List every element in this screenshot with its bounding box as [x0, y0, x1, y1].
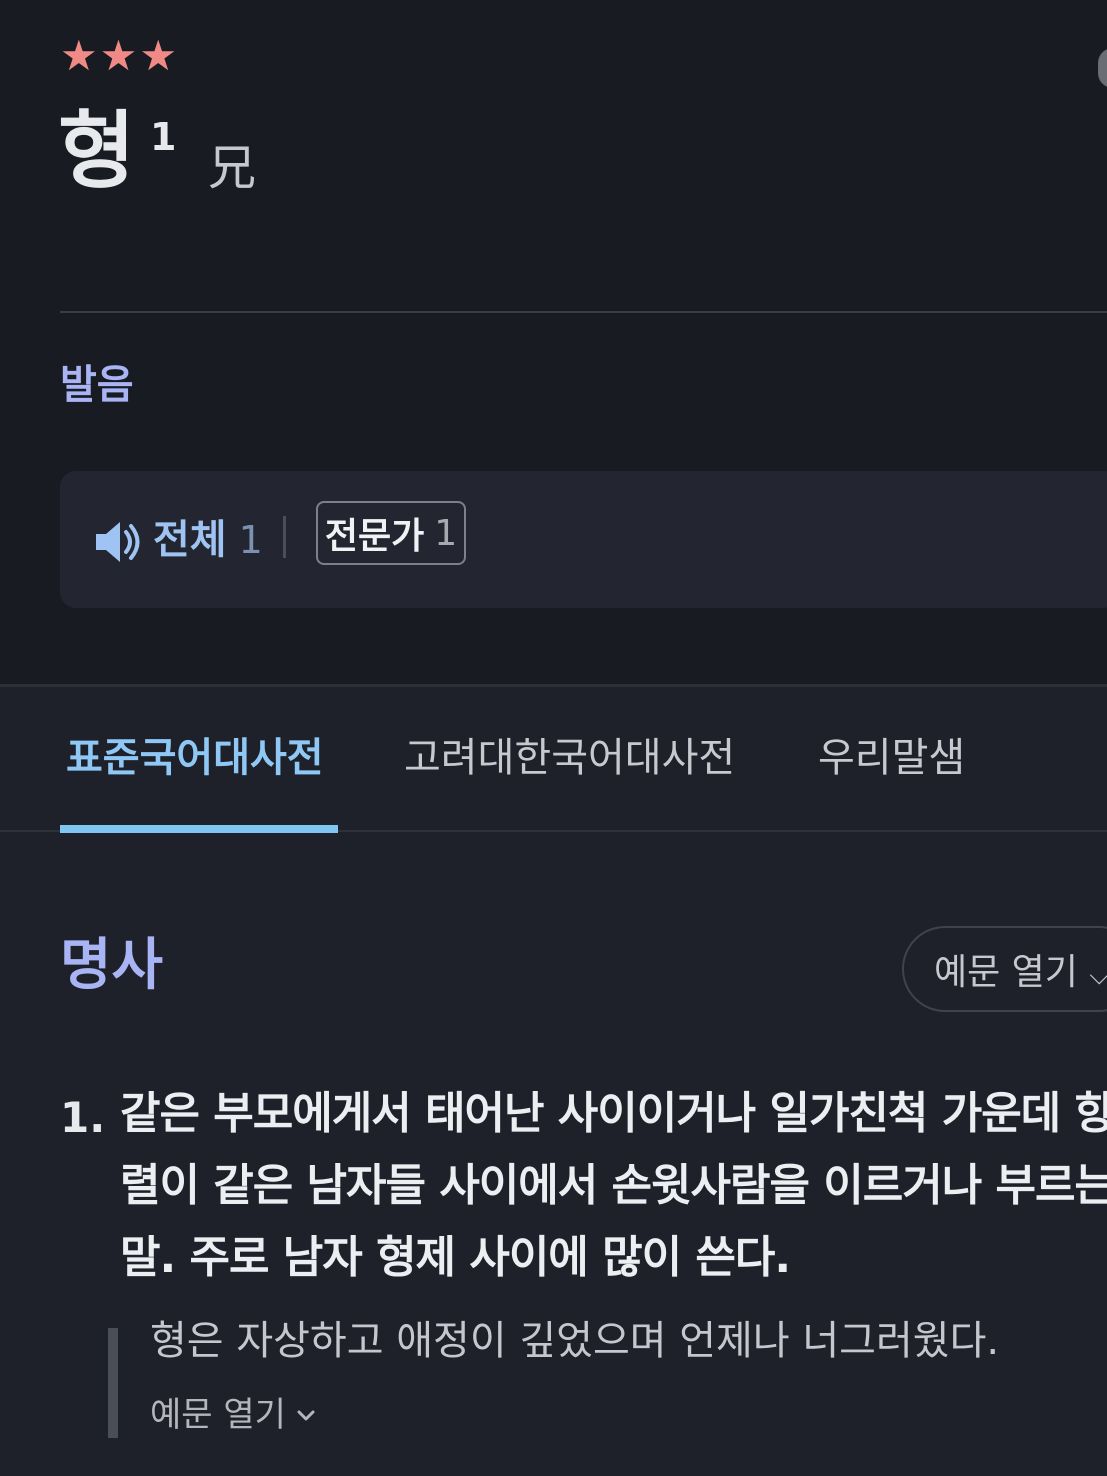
speaker-icon[interactable] — [94, 518, 144, 566]
chevron-down-icon — [297, 1410, 315, 1421]
hanja-origin: 兄 — [208, 140, 257, 196]
importance-stars: ★ ★ ★ — [60, 34, 177, 78]
sense-open-examples-label: 예문 열기 — [150, 1395, 286, 1435]
section-divider — [0, 684, 1107, 687]
open-examples-button[interactable]: 예문 열기 ⌵ — [902, 926, 1107, 1012]
star-icon: ★ — [139, 31, 177, 80]
pronunciation-all-label: 전체 — [153, 517, 227, 563]
expert-count: 1 — [434, 512, 458, 554]
homonym-number: 1 — [150, 115, 177, 159]
star-icon: ★ — [99, 31, 138, 80]
sense-open-examples-link[interactable]: 예문 열기 — [150, 1390, 318, 1440]
divider — [60, 311, 1107, 313]
chevron-down-icon: ⌵ — [1089, 961, 1107, 991]
separator — [283, 516, 286, 558]
active-tab-indicator — [60, 825, 338, 833]
pronunciation-all-button[interactable]: 전체 1 — [153, 512, 263, 568]
expert-label: 전문가 — [324, 516, 425, 557]
dictionary-tabs: 표준국어대사전 고려대한국어대사전 우리말샘 — [0, 700, 1107, 830]
sense-definition: 같은 부모에게서 태어난 사이이거나 일가친척 가운데 항렬이 같은 남자들 사… — [120, 1088, 1107, 1283]
pronunciation-all-count: 1 — [238, 518, 263, 562]
example-quote-bar — [108, 1328, 118, 1438]
open-examples-label: 예문 열기 — [934, 952, 1078, 993]
sense-number: 1. — [60, 1093, 106, 1142]
tab-urimalsaem[interactable]: 우리말샘 — [818, 730, 965, 786]
headword: 형 — [58, 102, 135, 200]
pronunciation-heading: 발음 — [60, 362, 134, 408]
example-sentence: 형은 자상하고 애정이 깊었으며 언제나 너그러웠다. — [150, 1318, 1000, 1364]
tab-korea-univ-dictionary[interactable]: 고려대한국어대사전 — [404, 730, 735, 786]
expert-pronunciation-button[interactable]: 전문가 1 — [316, 501, 466, 565]
star-icon: ★ — [60, 31, 98, 80]
part-of-speech: 명사 — [60, 933, 164, 998]
tab-standard-dictionary[interactable]: 표준국어대사전 — [66, 730, 324, 786]
